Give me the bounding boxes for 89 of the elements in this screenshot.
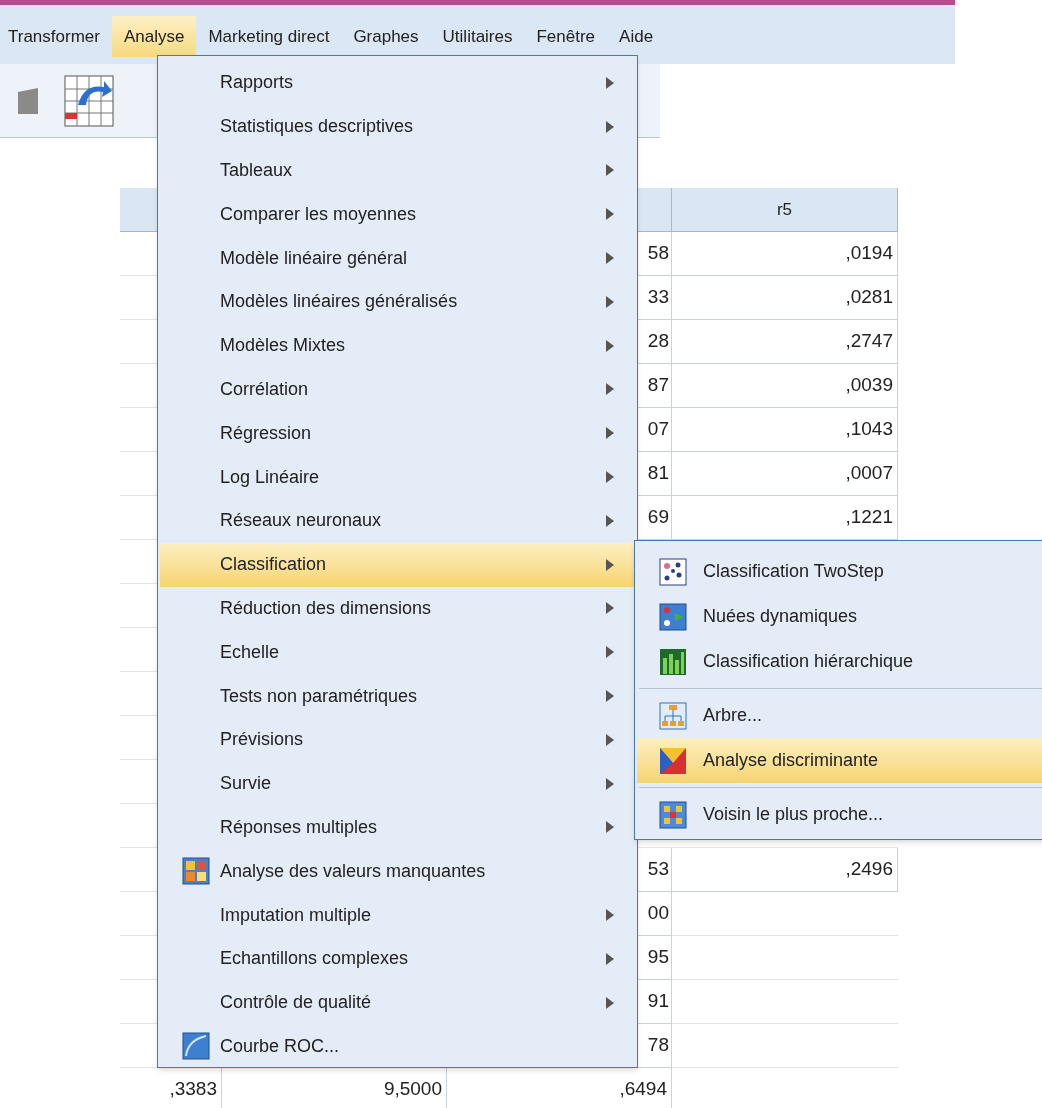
submenu-arrow-icon: [606, 252, 614, 265]
table-cell-text: ,0007: [845, 461, 893, 486]
table-cell-text: ,2496: [845, 857, 893, 882]
menu-item[interactable]: Réduction des dimensions: [160, 586, 635, 631]
menu-item[interactable]: Classification hiérarchique: [637, 639, 1042, 684]
table-cell-text: 33: [647, 285, 669, 310]
table-cell-text: ,1221: [845, 505, 893, 530]
table-cell-text: 07: [647, 417, 669, 442]
menu-bar-item[interactable]: Aide: [607, 15, 666, 58]
submenu-arrow-icon: [606, 909, 614, 922]
bar-chart-icon: [659, 647, 687, 676]
menu-item[interactable]: Log Linéaire: [160, 455, 635, 499]
menu-item[interactable]: Régression: [160, 411, 635, 456]
submenu-arrow-icon: [606, 777, 614, 790]
table-cell-text: 81: [647, 461, 669, 486]
table-cell-text: ,0281: [845, 285, 893, 310]
menu-item[interactable]: Statistiques descriptives: [160, 104, 635, 149]
submenu-arrow-icon: [606, 339, 614, 352]
submenu-arrow-icon: [606, 996, 614, 1009]
menu-bar-item[interactable]: Fenêtre: [524, 15, 608, 58]
submenu-arrow-icon: [606, 821, 614, 834]
menu-item[interactable]: Tests non paramétriques: [160, 674, 635, 718]
submenu-arrow-icon: [606, 646, 614, 659]
table-cell-text: 78: [647, 1033, 669, 1058]
dots-icon: [659, 557, 687, 586]
menu-item[interactable]: Modèles Mixtes: [160, 323, 635, 368]
menu-item[interactable]: Survie: [160, 761, 635, 806]
submenu-arrow-icon: [606, 733, 614, 746]
table-cell-text: ,0194: [845, 241, 893, 266]
menu-item[interactable]: Corrélation: [160, 367, 635, 412]
menu-item[interactable]: Réseaux neuronaux: [160, 498, 635, 543]
menu-item[interactable]: Contrôle de qualité: [160, 980, 635, 1025]
table-cell-text: 28: [647, 329, 669, 354]
menu-item[interactable]: Imputation multiple: [160, 893, 635, 937]
submenu-arrow-icon: [606, 120, 614, 133]
submenu-arrow-icon: [606, 602, 614, 615]
submenu-arrow-icon: [606, 558, 614, 571]
submenu-arrow-icon: [606, 690, 614, 703]
menu-item[interactable]: Prévisions: [160, 717, 635, 762]
table-cell-text: 87: [647, 373, 669, 398]
submenu-arrow-icon: [606, 76, 614, 89]
menu-bar-item[interactable]: Transformer: [0, 15, 112, 58]
menu-item[interactable]: Réponses multiples: [160, 805, 635, 850]
curve-icon: [182, 1032, 210, 1061]
submenu-arrow-icon: [606, 383, 614, 396]
grid-arrow-icon[interactable]: [64, 74, 114, 127]
menu-item[interactable]: Classification TwoStep: [637, 549, 1042, 594]
menu-item[interactable]: Voisin le plus proche...: [637, 792, 1042, 837]
table-cell-text: 00: [647, 901, 669, 926]
menu-item[interactable]: Rapports: [160, 61, 635, 105]
menu-item[interactable]: Analyse des valeurs manquantes: [160, 849, 635, 894]
menu-item[interactable]: Nuées dynamiques: [637, 594, 1042, 639]
table-cell-text: ,3383: [169, 1077, 217, 1102]
menu-bar-item[interactable]: Analyse: [111, 15, 197, 58]
menu-item[interactable]: Tableaux: [160, 148, 635, 193]
menu-bar-item[interactable]: Graphes: [341, 15, 431, 58]
table-cell-text: 95: [647, 945, 669, 970]
table-cell-text: ,2747: [845, 329, 893, 354]
submenu-arrow-icon: [606, 164, 614, 177]
menu-item[interactable]: Echelle: [160, 630, 635, 675]
menu-item[interactable]: Modèle linéaire général: [160, 236, 635, 280]
colored-squares-icon: [182, 857, 210, 886]
submenu-arrow-icon: [606, 514, 614, 527]
menu-item[interactable]: Classification: [160, 542, 635, 587]
menu-item[interactable]: Courbe ROC...: [160, 1024, 635, 1069]
table-cell-text: 91: [647, 989, 669, 1014]
submenu-arrow-icon: [606, 427, 614, 440]
table-cell-text: 9,5000: [383, 1077, 442, 1102]
submenu-arrow-icon: [606, 471, 614, 484]
table-cell-text: ,6494: [619, 1077, 667, 1102]
submenu-arrow-icon: [606, 208, 614, 221]
menu-item[interactable]: Analyse discriminante: [637, 738, 1042, 783]
table-cell-text: 69: [647, 505, 669, 530]
table-cell-text: 53: [647, 857, 669, 882]
menu-bar-item[interactable]: Utilitaires: [430, 15, 525, 58]
table-cell-text: ,0039: [845, 373, 893, 398]
tree-diagram-icon: [659, 701, 687, 730]
column-header[interactable]: r5: [672, 188, 898, 232]
submenu-arrow-icon: [606, 295, 614, 308]
table-cell-text: 58: [647, 241, 669, 266]
menu-bar-item[interactable]: Marketing direct: [196, 15, 342, 58]
colored-squares-icon: [659, 800, 687, 829]
menu-item[interactable]: Comparer les moyennes: [160, 192, 635, 237]
submenu-arrow-icon: [606, 952, 614, 965]
menu-item[interactable]: Echantillons complexes: [160, 936, 635, 981]
toolbar-icon[interactable]: [16, 85, 40, 116]
menu-item[interactable]: Arbre...: [637, 693, 1042, 738]
table-cell-text: ,1043: [845, 417, 893, 442]
menu-item[interactable]: Modèles linéaires généralisés: [160, 280, 635, 324]
